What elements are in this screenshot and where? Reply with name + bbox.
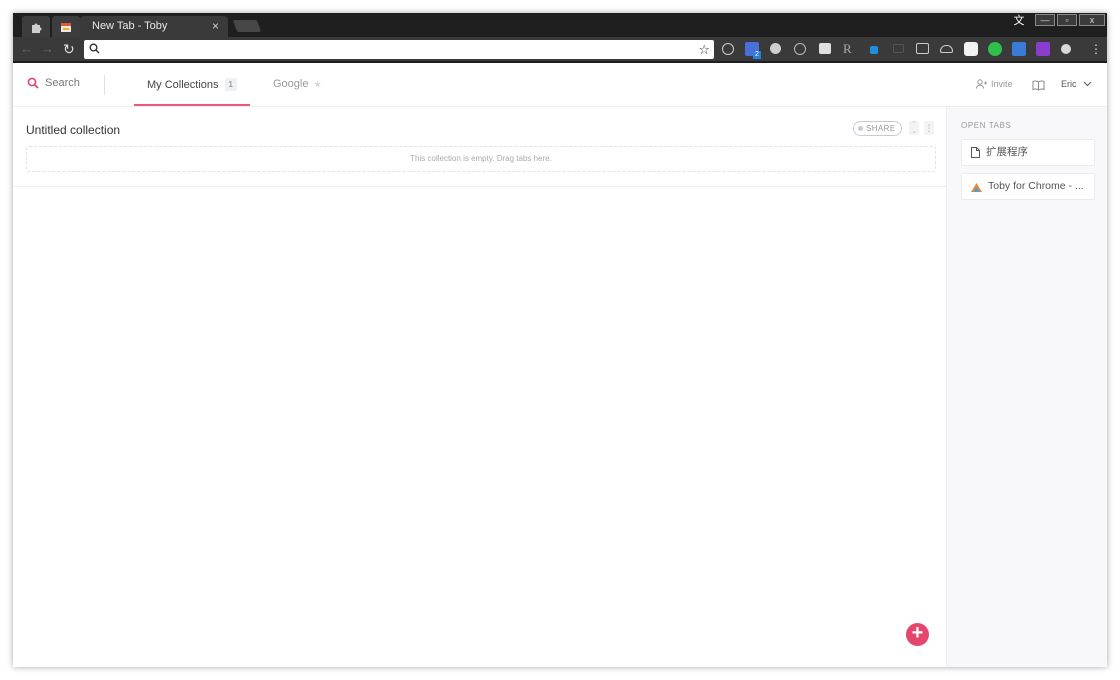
translate-icon[interactable]: [1012, 42, 1026, 56]
forward-arrow-icon[interactable]: →: [41, 37, 54, 61]
collection-title[interactable]: Untitled collection: [26, 123, 120, 137]
back-arrow-icon[interactable]: ←: [20, 37, 33, 61]
extension-glasses-icon[interactable]: [916, 43, 929, 54]
tab-my-collections-label: My Collections: [147, 79, 219, 91]
chevron-down-icon: [1083, 81, 1091, 87]
toby-favicon: [971, 182, 982, 192]
minimize-button[interactable]: —: [1035, 14, 1055, 26]
search-button[interactable]: Search: [27, 77, 80, 89]
pinned-tab-calendar[interactable]: [52, 16, 80, 37]
extension-pen-icon[interactable]: [870, 46, 878, 54]
extension-r-icon[interactable]: R: [843, 42, 857, 56]
browser-toolbar: ← → ↻ ☆ 2 R ⋮: [13, 37, 1107, 61]
more-options-icon[interactable]: ⋮: [924, 121, 934, 135]
header-divider: [104, 75, 105, 95]
extension-bulb-icon[interactable]: [770, 43, 781, 54]
extension-check-icon[interactable]: 2: [745, 42, 761, 59]
search-icon: [27, 77, 39, 89]
extension-smile-icon[interactable]: [794, 43, 806, 55]
tab-google[interactable]: Google ★: [273, 78, 322, 90]
open-tab-item[interactable]: Toby for Chrome - ...: [961, 173, 1095, 200]
empty-collection-text: This collection is empty. Drag tabs here…: [410, 154, 552, 163]
active-tab-title: New Tab - Toby: [92, 20, 168, 32]
bookmark-star-icon[interactable]: ☆: [698, 41, 710, 58]
tab-close-icon[interactable]: ×: [212, 16, 219, 37]
page-icon: [971, 147, 980, 158]
browser-window: New Tab - Toby × 文 — ▫ x ← → ↻ ☆ 2 R ⋮ S…: [13, 13, 1107, 667]
extension-shield-icon[interactable]: [1061, 44, 1071, 54]
collections-area: Untitled collection SHARE ⌃ ⌄ ⋮ This coll…: [13, 107, 946, 667]
maximize-button[interactable]: ▫: [1057, 14, 1077, 26]
star-icon[interactable]: ★: [313, 79, 321, 89]
address-bar[interactable]: ☆: [84, 40, 714, 59]
user-name: Eric: [1061, 79, 1077, 89]
extension-chat-icon[interactable]: [722, 43, 734, 55]
open-tab-title: Toby for Chrome - ...: [988, 180, 1084, 192]
user-menu[interactable]: Eric: [1061, 79, 1092, 89]
collection-count-badge: 1: [224, 78, 237, 91]
tab-google-label: Google: [273, 78, 309, 90]
add-user-icon: [976, 79, 987, 89]
extension-badge: 2: [753, 51, 761, 59]
chrome-menu-icon[interactable]: ⋮: [1090, 41, 1102, 57]
book-icon[interactable]: [1032, 78, 1045, 96]
onenote-icon[interactable]: [1036, 42, 1050, 56]
open-tabs-sidebar: OPEN TABS 扩展程序 Toby for Chrome - ...: [946, 107, 1107, 667]
share-label: SHARE: [866, 124, 896, 133]
search-icon: [89, 43, 100, 54]
tab-strip: New Tab - Toby × 文 — ▫ x: [13, 13, 1107, 37]
new-tab-button[interactable]: [232, 20, 262, 32]
active-tab[interactable]: New Tab - Toby ×: [80, 16, 228, 37]
reload-icon[interactable]: ↻: [63, 37, 75, 61]
search-label: Search: [45, 77, 80, 89]
invite-button[interactable]: Invite: [976, 79, 1013, 89]
open-tab-item[interactable]: 扩展程序: [961, 139, 1095, 166]
calendar-icon: [61, 22, 71, 32]
extension-green-icon[interactable]: [988, 42, 1002, 56]
puzzle-icon: [32, 23, 42, 33]
extension-s-icon[interactable]: [964, 42, 978, 56]
app-header: Search My Collections 1 Google ★ Invite: [13, 63, 1107, 107]
pinned-tab-extensions[interactable]: [22, 16, 50, 37]
collection-separator: [13, 186, 946, 187]
add-collection-button[interactable]: +: [906, 623, 929, 646]
sort-arrows-icon[interactable]: ⌃ ⌄: [909, 121, 919, 135]
cloud-icon[interactable]: [940, 45, 953, 53]
tab-my-collections[interactable]: My Collections 1: [134, 63, 250, 106]
share-button[interactable]: SHARE: [853, 121, 902, 136]
collection-dropzone[interactable]: This collection is empty. Drag tabs here…: [26, 146, 936, 172]
language-indicator[interactable]: 文: [1010, 15, 1028, 29]
extension-list-icon[interactable]: [819, 43, 831, 54]
share-status-dot: [858, 126, 863, 131]
close-window-button[interactable]: x: [1079, 14, 1105, 26]
open-tabs-heading: OPEN TABS: [961, 121, 1012, 130]
open-tab-title: 扩展程序: [986, 146, 1028, 158]
extension-box-icon[interactable]: [893, 44, 904, 53]
invite-label: Invite: [991, 79, 1013, 89]
